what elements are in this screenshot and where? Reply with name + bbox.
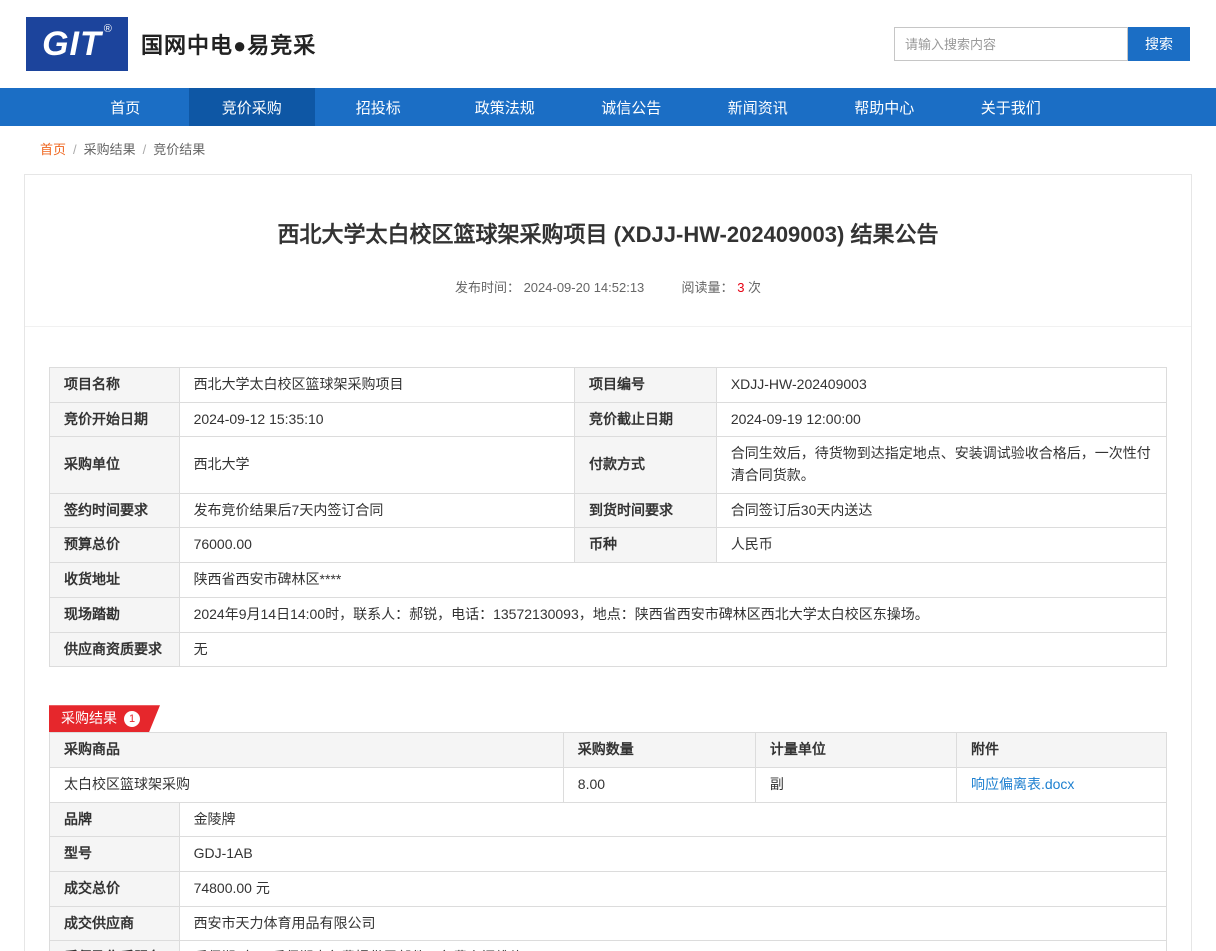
- budget-total-value: 76000.00: [179, 528, 574, 563]
- table-row: 供应商资质要求 无: [50, 632, 1167, 667]
- field-label: 签约时间要求: [50, 493, 180, 528]
- main-nav: 首页 竞价采购 招投标 政策法规 诚信公告 新闻资讯 帮助中心 关于我们: [0, 88, 1216, 126]
- field-label: 成交总价: [50, 871, 180, 906]
- field-value: 质保期3年，质保期内免费提供零部件、免费上门维修。: [179, 941, 1166, 951]
- field-value: 金陵牌: [179, 802, 1166, 837]
- field-label: 供应商资质要求: [50, 632, 180, 667]
- breadcrumb-purchase-results[interactable]: 采购结果: [84, 142, 136, 157]
- table-header-row: 采购商品 采购数量 计量单位 附件: [50, 733, 1167, 768]
- field-value: 合同生效后，待货物到达指定地点、安装调试验收合格后，一次性付清合同货款。: [716, 437, 1166, 493]
- field-value: GDJ-1AB: [179, 837, 1166, 872]
- announcement-header: 西北大学太白校区篮球架采购项目 (XDJJ-HW-202409003) 结果公告…: [25, 175, 1191, 327]
- nav-item-bidding-purchase[interactable]: 竞价采购: [189, 88, 316, 126]
- table-row: 质保及售后服务 质保期3年，质保期内免费提供零部件、免费上门维修。: [50, 941, 1167, 951]
- nav-item-policy[interactable]: 政策法规: [442, 88, 569, 126]
- field-label: 币种: [574, 528, 716, 563]
- field-value: 合同签订后30天内送达: [716, 493, 1166, 528]
- nav-item-news[interactable]: 新闻资讯: [695, 88, 822, 126]
- field-label: 付款方式: [574, 437, 716, 493]
- field-value: 陕西省西安市碑林区****: [179, 563, 1166, 598]
- nav-item-tender[interactable]: 招投标: [315, 88, 442, 126]
- nav-item-integrity-notice[interactable]: 诚信公告: [568, 88, 695, 126]
- field-label: 收货地址: [50, 563, 180, 598]
- column-header: 采购数量: [563, 733, 755, 768]
- field-value: 西北大学: [179, 437, 574, 493]
- publish-time-label: 发布时间：: [455, 280, 520, 295]
- field-label: 型号: [50, 837, 180, 872]
- column-header: 附件: [956, 733, 1166, 768]
- views-count: 3: [737, 280, 744, 295]
- field-value: 2024-09-19 12:00:00: [716, 402, 1166, 437]
- field-value: 人民币: [716, 528, 1166, 563]
- field-value: 西安市天力体育用品有限公司: [179, 906, 1166, 941]
- field-label: 预算总价: [50, 528, 180, 563]
- field-label: 现场踏勘: [50, 597, 180, 632]
- field-label: 成交供应商: [50, 906, 180, 941]
- field-label: 采购单位: [50, 437, 180, 493]
- tables-area: 项目名称 西北大学太白校区篮球架采购项目 项目编号 XDJJ-HW-202409…: [25, 327, 1191, 951]
- search-input[interactable]: [894, 27, 1128, 61]
- table-row: 成交供应商 西安市天力体育用品有限公司: [50, 906, 1167, 941]
- field-value: 西北大学太白校区篮球架采购项目: [179, 368, 574, 403]
- announcement-meta: 发布时间： 2024-09-20 14:52:13 阅读量： 3 次: [65, 277, 1151, 296]
- result-section-header: 采购结果 1: [49, 705, 1167, 732]
- site-brand-name: 国网中电●易竞采: [141, 28, 316, 60]
- main-nav-items: 首页 竞价采购 招投标 政策法规 诚信公告 新闻资讯 帮助中心 关于我们: [62, 88, 1074, 126]
- search-bar: 搜索: [894, 27, 1190, 61]
- announcement-card: 西北大学太白校区篮球架采购项目 (XDJJ-HW-202409003) 结果公告…: [24, 174, 1192, 951]
- purchase-result-badge: 采购结果 1: [49, 705, 160, 732]
- table-row: 成交总价 74800.00 元: [50, 871, 1167, 906]
- attachment-link[interactable]: 响应偏离表.docx: [971, 776, 1074, 792]
- registered-mark-icon: ®: [104, 23, 112, 35]
- purchase-result-label: 采购结果: [61, 705, 117, 732]
- field-value: 无: [179, 632, 1166, 667]
- views-label: 阅读量：: [682, 280, 734, 295]
- project-info-table: 项目名称 西北大学太白校区篮球架采购项目 项目编号 XDJJ-HW-202409…: [49, 367, 1167, 667]
- field-label: 竞价开始日期: [50, 402, 180, 437]
- breadcrumb-bidding-results: 竞价结果: [153, 142, 205, 157]
- breadcrumb: 首页 / 采购结果 / 竞价结果: [0, 126, 1216, 170]
- breadcrumb-home[interactable]: 首页: [40, 142, 66, 157]
- item-quantity: 8.00: [563, 767, 755, 802]
- nav-item-about-us[interactable]: 关于我们: [948, 88, 1075, 126]
- deal-total-price: 74800.00 元: [179, 871, 1166, 906]
- purchase-result-table: 采购商品 采购数量 计量单位 附件 太白校区篮球架采购 8.00 副 响应偏离表…: [49, 732, 1167, 951]
- field-value: XDJJ-HW-202409003: [716, 368, 1166, 403]
- views-unit: 次: [748, 280, 761, 295]
- page-title: 西北大学太白校区篮球架采购项目 (XDJJ-HW-202409003) 结果公告: [65, 217, 1151, 249]
- table-row: 预算总价 76000.00 币种 人民币: [50, 528, 1167, 563]
- table-row: 签约时间要求 发布竞价结果后7天内签订合同 到货时间要求 合同签订后30天内送达: [50, 493, 1167, 528]
- result-count-badge: 1: [124, 711, 140, 727]
- table-row: 型号 GDJ-1AB: [50, 837, 1167, 872]
- column-header: 计量单位: [755, 733, 956, 768]
- table-row: 收货地址 陕西省西安市碑林区****: [50, 563, 1167, 598]
- search-button[interactable]: 搜索: [1128, 27, 1190, 61]
- field-label: 质保及售后服务: [50, 941, 180, 951]
- table-row: 太白校区篮球架采购 8.00 副 响应偏离表.docx: [50, 767, 1167, 802]
- field-label: 品牌: [50, 802, 180, 837]
- logo-text: GIT: [42, 17, 102, 71]
- table-row: 采购单位 西北大学 付款方式 合同生效后，待货物到达指定地点、安装调试验收合格后…: [50, 437, 1167, 493]
- nav-item-home[interactable]: 首页: [62, 88, 189, 126]
- top-header: GIT ® 国网中电●易竞采 搜索: [0, 0, 1216, 88]
- field-label: 项目名称: [50, 368, 180, 403]
- table-row: 竞价开始日期 2024-09-12 15:35:10 竞价截止日期 2024-0…: [50, 402, 1167, 437]
- field-value: 2024-09-12 15:35:10: [179, 402, 574, 437]
- field-value: 发布竞价结果后7天内签订合同: [179, 493, 574, 528]
- nav-item-help-center[interactable]: 帮助中心: [821, 88, 948, 126]
- publish-time-value: 2024-09-20 14:52:13: [524, 280, 645, 295]
- field-label: 项目编号: [574, 368, 716, 403]
- item-name: 太白校区篮球架采购: [50, 767, 564, 802]
- field-label: 竞价截止日期: [574, 402, 716, 437]
- table-row: 品牌 金陵牌: [50, 802, 1167, 837]
- table-row: 现场踏勘 2024年9月14日14:00时，联系人：郝锐，电话：13572130…: [50, 597, 1167, 632]
- field-label: 到货时间要求: [574, 493, 716, 528]
- site-logo[interactable]: GIT ®: [26, 17, 128, 71]
- breadcrumb-separator: /: [143, 142, 147, 157]
- field-value: 2024年9月14日14:00时，联系人：郝锐，电话：13572130093，地…: [179, 597, 1166, 632]
- item-unit: 副: [755, 767, 956, 802]
- breadcrumb-separator: /: [73, 142, 77, 157]
- table-row: 项目名称 西北大学太白校区篮球架采购项目 项目编号 XDJJ-HW-202409…: [50, 368, 1167, 403]
- column-header: 采购商品: [50, 733, 564, 768]
